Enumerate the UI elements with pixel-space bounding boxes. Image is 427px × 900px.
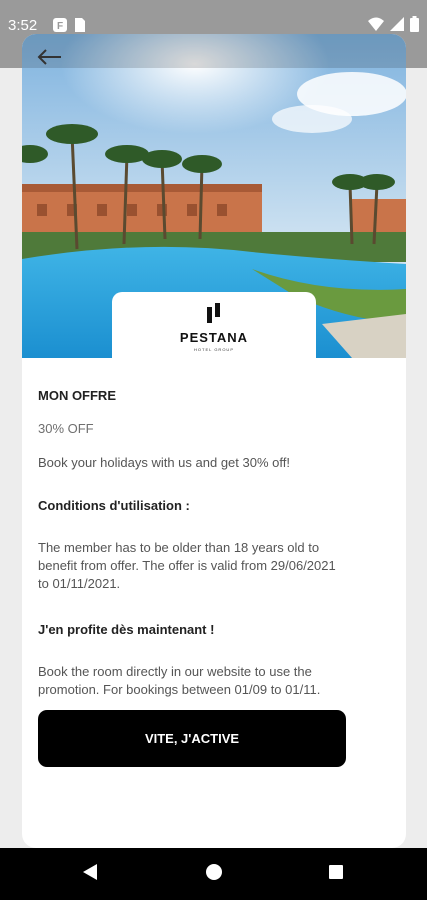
redeem-title: J'en profite dès maintenant ! [38, 622, 215, 637]
conditions-text: The member has to be older than 18 years… [38, 540, 336, 591]
system-nav-bar [0, 848, 427, 900]
brand-logo: PESTANA HOTEL GROUP [112, 292, 316, 358]
square-recents-icon [328, 864, 344, 885]
back-button[interactable] [32, 44, 66, 74]
battery-icon [410, 16, 419, 37]
arrow-left-icon [36, 48, 62, 71]
activate-offer-label: VITE, J'ACTIVE [144, 731, 240, 746]
triangle-back-icon [82, 863, 98, 886]
offer-description: Book your holidays with us and get 30% o… [38, 455, 290, 470]
nav-back-button[interactable] [60, 848, 120, 900]
conditions-title: Conditions d'utilisation : [38, 498, 190, 513]
redeem-text: Book the room directly in our website to… [38, 664, 321, 697]
hotel-hero-image: PESTANA HOTEL GROUP [22, 34, 406, 358]
pestana-logo-icon [206, 302, 222, 328]
nav-home-button[interactable] [184, 848, 244, 900]
activate-offer-button[interactable]: VITE, J'ACTIVE [38, 710, 346, 767]
svg-text:F: F [57, 21, 63, 32]
offer-discount: 30% OFF [38, 421, 94, 436]
offer-title: MON OFFRE [38, 388, 116, 403]
brand-subtitle: HOTEL GROUP [194, 346, 234, 352]
nav-recents-button[interactable] [306, 848, 366, 900]
circle-home-icon [205, 863, 223, 886]
brand-name: PESTANA [179, 329, 249, 345]
status-time: 3:52 [8, 17, 38, 34]
